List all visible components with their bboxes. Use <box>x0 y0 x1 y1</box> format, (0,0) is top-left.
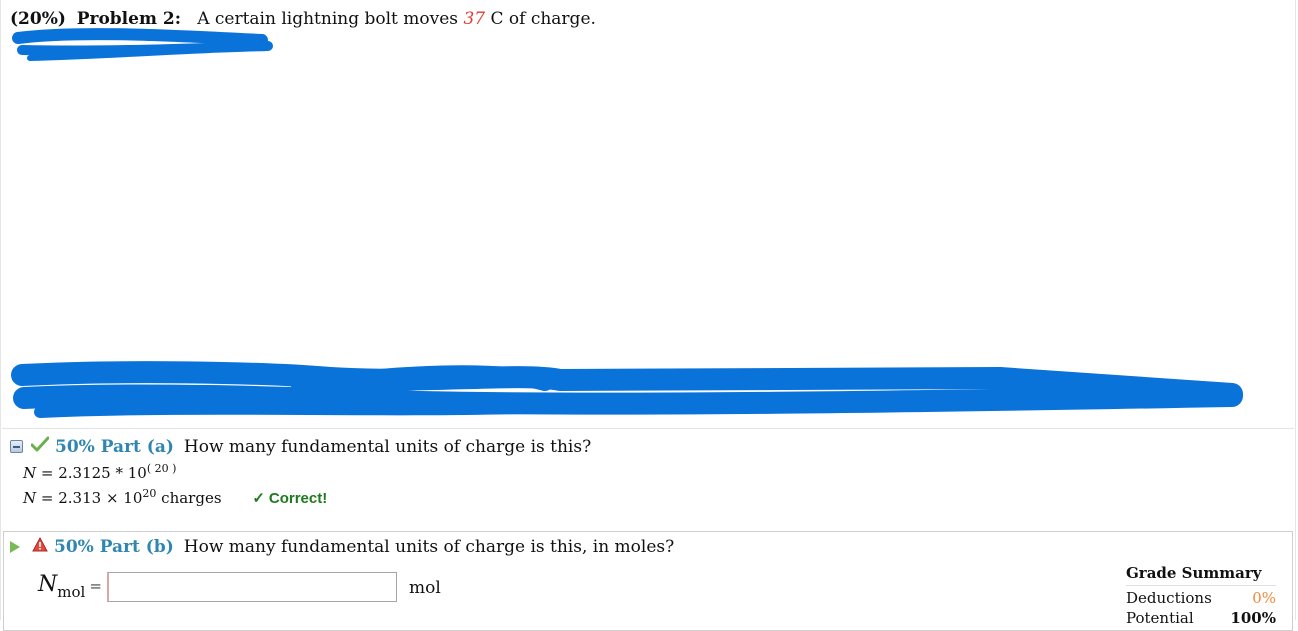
deductions-label: Deductions <box>1126 589 1212 607</box>
part-a-final-answer: N = 2.313 × 1020 charges ✓ Correct! <box>23 487 327 507</box>
deductions-row: Deductions 0% <box>1126 589 1276 607</box>
part-a-submitted-answer: N = 2.3125 * 10( 20 ) <box>23 462 176 482</box>
submitted-exponent: ( 20 ) <box>146 462 177 475</box>
part-b-question: How many fundamental units of charge is … <box>183 537 675 557</box>
grade-summary: Grade Summary Deductions 0% Potential 10… <box>1126 564 1276 627</box>
play-icon[interactable] <box>10 541 20 553</box>
warning-icon <box>32 536 48 557</box>
potential-row: Potential 100% <box>1126 609 1276 627</box>
grade-summary-title: Grade Summary <box>1126 564 1276 586</box>
answer-input[interactable] <box>107 572 397 602</box>
answer-unit: charges <box>161 489 222 507</box>
correct-check-icon: ✓ <box>252 490 265 507</box>
problem-frame <box>0 0 1296 620</box>
collapse-icon[interactable] <box>10 440 23 453</box>
submitted-value: = 2.3125 * 10 <box>40 464 147 482</box>
variable-subscript: mol <box>57 583 86 601</box>
deductions-value: 0% <box>1252 589 1276 607</box>
part-a-label: 50% Part (a) <box>55 436 174 457</box>
answer-exponent: 20 <box>142 487 157 500</box>
potential-value: 100% <box>1230 609 1276 627</box>
part-a-header: 50% Part (a) How many fundamental units … <box>10 436 591 457</box>
part-a-divider <box>2 428 1294 429</box>
problem-label: Problem 2: <box>76 9 181 29</box>
equals-sign: = <box>89 577 102 595</box>
variable-label: Nmol = <box>38 572 102 601</box>
part-b-label: 50% Part (b) <box>54 537 174 557</box>
problem-text-before: A certain lightning bolt moves <box>197 9 459 29</box>
problem-text-after: C of charge. <box>490 9 596 29</box>
problem-header: (20%) Problem 2: A certain lightning bol… <box>10 9 596 29</box>
part-a-question: How many fundamental units of charge is … <box>183 436 592 457</box>
unit-label: mol <box>409 578 441 598</box>
part-b-header: 50% Part (b) How many fundamental units … <box>10 536 675 557</box>
checkmark-icon <box>30 436 50 457</box>
charge-value: 37 <box>463 9 486 29</box>
correct-status: ✓ Correct! <box>252 490 327 507</box>
problem-weight: (20%) <box>10 9 66 29</box>
correct-status-text: Correct! <box>268 490 328 507</box>
variable-symbol: N <box>38 572 58 597</box>
answer-symbol: N <box>23 489 37 507</box>
submitted-symbol: N <box>23 464 37 482</box>
potential-label: Potential <box>1126 609 1194 627</box>
answer-value: = 2.313 × 10 <box>40 489 143 507</box>
